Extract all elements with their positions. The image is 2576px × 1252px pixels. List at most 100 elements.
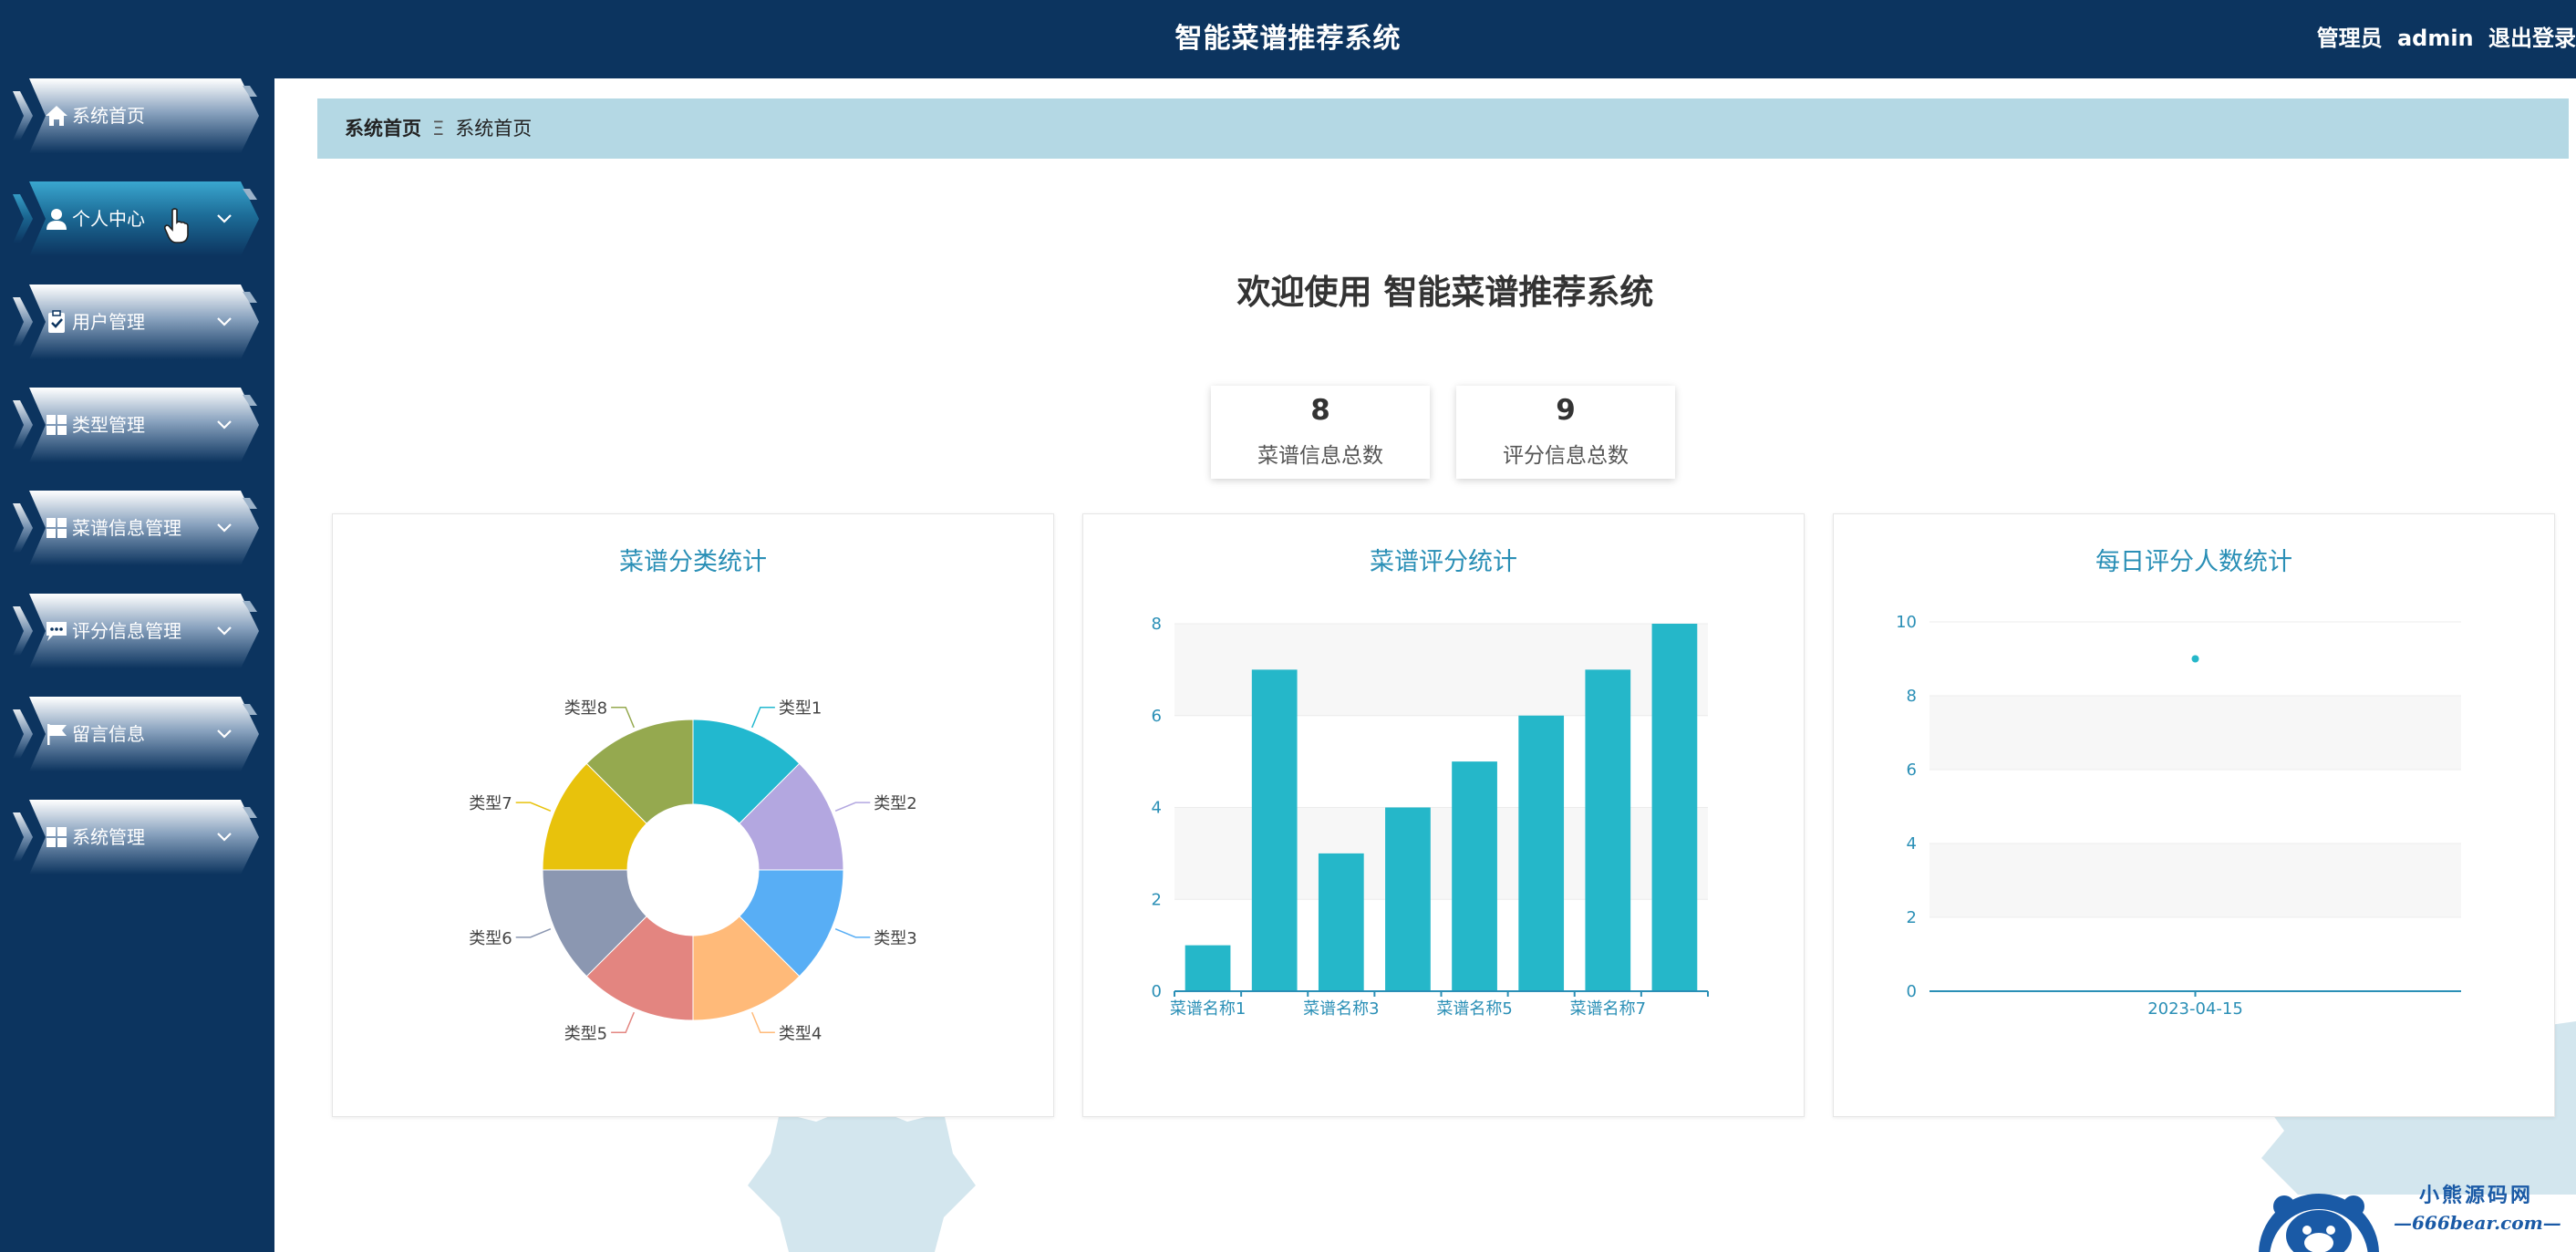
app-title: 智能菜谱推荐系统 [1174,23,1402,55]
username: admin [2396,26,2474,51]
scatter-chart: 0 2 4 6 8 10 2023-04-15 [1896,613,2461,1019]
y-tick-label: 10 [1896,613,1917,632]
background-gear-decoration [748,1103,976,1252]
grid-band [1929,770,2461,843]
sidebar-item-label: 评分信息管理 [72,620,181,642]
y-tick-label: 0 [1907,982,1917,1001]
sidebar-item-label: 系统首页 [72,105,145,127]
y-tick-label: 2 [1152,890,1162,909]
pie-label-line [515,802,552,812]
pie-slice-label: 类型4 [779,1024,822,1043]
pie-label-line [611,1011,636,1034]
pie-label-line [515,927,552,938]
stat-card-rating-total: 9 评分信息总数 [1456,386,1675,479]
welcome-heading: 欢迎使用 智能菜谱推荐系统 [1236,273,1654,312]
y-tick-label: 8 [1907,687,1917,706]
grid-band [1929,843,2461,917]
grid-icon [47,827,67,847]
panel-daily-chart: 每日评分人数统计 0 2 4 6 8 10 2023-04-15 [1833,513,2555,1117]
x-tick-label: 菜谱名称1 [1170,999,1246,1019]
bar[interactable] [1385,807,1431,992]
sidebar-item-4[interactable]: 类型管理 [13,388,259,462]
chevron-down-icon [217,626,232,636]
logout-button[interactable]: 退出登录 [2488,26,2576,51]
chevron-down-icon [217,729,232,739]
pie-slice-label: 类型6 [469,929,512,948]
pie-label-line [834,802,871,812]
breadcrumb-separator: Ξ [432,118,445,140]
x-tick-label: 菜谱名称3 [1303,999,1379,1019]
sidebar-item-label: 菜谱信息管理 [72,517,181,539]
pie-label-line [750,706,775,729]
top-header: 智能菜谱推荐系统 管理员 admin 退出登录 [0,0,2576,78]
pie-label-line [611,706,636,729]
pie-slice-label: 类型2 [874,794,916,813]
bar[interactable] [1585,669,1631,991]
bar-chart: 0 2 4 6 8 菜谱名称1 菜谱名称3 菜谱名称5 菜谱名称7 [1152,615,1709,1019]
sidebar-item-label: 个人中心 [72,208,145,230]
grid-icon [47,415,67,435]
user-role: 管理员 [2316,26,2383,51]
x-tick-label: 2023-04-15 [2147,999,2243,1019]
sidebar-item-7[interactable]: 留言信息 [13,697,259,771]
sidebar: 系统首页 个人中心 用户管理 类型管理 菜谱信息管理 评分信息管理 留言信息 系统管理 [0,0,274,1252]
user-info: 管理员 admin 退出登录 [2310,0,2576,78]
bar[interactable] [1452,761,1497,991]
chevron-down-icon [217,214,232,223]
breadcrumb: 系统首页 Ξ 系统首页 [317,98,2569,159]
bar[interactable] [1251,669,1298,991]
panel-category-chart: 菜谱分类统计 类型1 类型2 类型3 类型4 类型5 类型6 类型7 类型8 [332,513,1054,1117]
hand-cursor-icon [164,208,189,243]
y-tick-label: 4 [1152,799,1162,818]
stat-label: 菜谱信息总数 [1257,444,1383,468]
pie-label-line [750,1011,775,1034]
bear-logo-icon [2259,1194,2379,1252]
pie-slice-label: 类型5 [564,1024,607,1043]
y-tick-label: 0 [1152,982,1162,1001]
grid-band [1929,917,2461,991]
pie-label-line [834,927,871,938]
chat-icon [47,622,67,641]
y-tick-label: 6 [1907,761,1917,780]
bar[interactable] [1651,624,1698,991]
breadcrumb-root[interactable]: 系统首页 [345,118,421,140]
watermark-cn-text: 小熊源码网 [2419,1184,2534,1207]
sidebar-item-label: 类型管理 [72,414,145,436]
watermark-logo: 小熊源码网 —666bear.com— [2257,1172,2576,1252]
sidebar-item-5[interactable]: 菜谱信息管理 [13,491,259,565]
stat-label: 评分信息总数 [1503,444,1629,468]
x-tick-label: 菜谱名称7 [1570,999,1646,1019]
sidebar-item-6[interactable]: 评分信息管理 [13,594,259,668]
watermark-en-text: —666bear.com— [2394,1212,2561,1234]
user-icon [47,209,67,230]
grid-icon [47,518,67,538]
panel-rating-chart: 菜谱评分统计 0 2 4 6 8 菜谱名称1 菜谱名称3 菜谱名称5 菜谱名称7 [1082,513,1805,1117]
pie-slice-label: 类型1 [779,699,822,719]
breadcrumb-current: 系统首页 [455,118,533,140]
scatter-point[interactable] [2191,655,2199,663]
stat-card-recipe-total: 8 菜谱信息总数 [1211,386,1430,479]
sidebar-item-label: 系统管理 [72,826,145,848]
bar[interactable] [1185,945,1231,991]
sidebar-item-2[interactable]: 个人中心 [13,181,259,256]
home-icon [46,106,67,126]
stat-value: 9 [1556,394,1576,427]
y-tick-label: 4 [1907,834,1917,854]
chevron-down-icon [217,833,232,842]
x-tick-label: 菜谱名称5 [1436,999,1512,1019]
bar[interactable] [1518,715,1565,991]
bar[interactable] [1318,853,1364,991]
pie-chart: 类型1 类型2 类型3 类型4 类型5 类型6 类型7 类型8 [469,699,917,1044]
grid-band [1929,696,2461,770]
sidebar-item-label: 留言信息 [72,723,145,745]
pie-slice-label: 类型3 [874,929,916,948]
sidebar-item-1[interactable]: 系统首页 [13,78,259,153]
chevron-down-icon [217,523,232,533]
flag-icon [47,724,67,745]
stat-value: 8 [1310,394,1330,427]
pie-slice-label: 类型7 [469,794,512,813]
chevron-down-icon [217,317,232,326]
sidebar-item-8[interactable]: 系统管理 [13,800,259,874]
chevron-down-icon [217,420,232,429]
y-tick-label: 8 [1152,615,1162,634]
